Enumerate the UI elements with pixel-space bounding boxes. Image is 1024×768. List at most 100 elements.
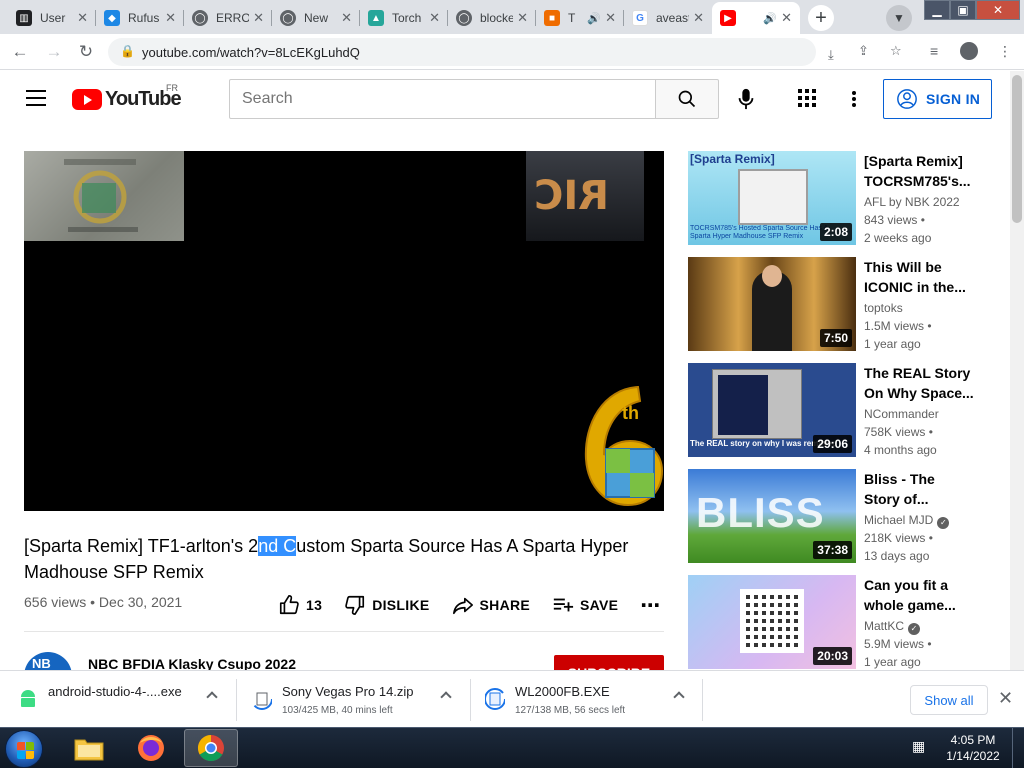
thumb-graphic bbox=[738, 169, 808, 225]
divider bbox=[24, 631, 664, 632]
address-bar[interactable]: 🔒 youtube.com/watch?v=8LcEKgLuhdQ ⤓ bbox=[108, 38, 834, 66]
apps-grid-icon[interactable] bbox=[796, 87, 818, 109]
bookmark-star-icon[interactable]: ☆ bbox=[890, 43, 902, 59]
chevron-up-icon[interactable] bbox=[206, 691, 218, 703]
speaker-icon[interactable]: 🔊 bbox=[763, 12, 777, 25]
related-age: 13 days ago bbox=[864, 549, 930, 563]
video-player[interactable]: RIC th bbox=[24, 151, 664, 511]
search-box[interactable] bbox=[229, 79, 656, 119]
related-channel[interactable]: AFL by NBK 2022 bbox=[864, 195, 960, 209]
download-item[interactable]: Sony Vegas Pro 14.zip 103/425 MB, 40 min… bbox=[252, 671, 462, 728]
close-tab-icon[interactable]: ✕ bbox=[253, 10, 264, 26]
tab-app[interactable]: ■ T 🔊 ✕ bbox=[536, 2, 624, 34]
related-title[interactable]: Can you fit a whole game... bbox=[864, 575, 974, 615]
show-desktop-button[interactable] bbox=[1012, 728, 1024, 768]
close-tab-icon[interactable]: ✕ bbox=[781, 10, 792, 26]
logo-6th-icon bbox=[584, 385, 664, 507]
save-button[interactable]: SAVE bbox=[552, 594, 618, 616]
clock-time: 4:05 PM bbox=[950, 733, 996, 747]
tab-google[interactable]: G aveast ✕ bbox=[624, 2, 712, 34]
minimize-button[interactable]: ▁ bbox=[924, 0, 950, 20]
scrollbar-thumb[interactable] bbox=[1012, 75, 1022, 223]
related-channel[interactable]: toptoks bbox=[864, 301, 903, 315]
media-control-icon[interactable]: ≡ bbox=[930, 43, 938, 59]
related-channel[interactable]: NCommander bbox=[864, 407, 939, 421]
close-window-button[interactable]: ✕ bbox=[976, 0, 1020, 20]
related-title[interactable]: This Will be ICONIC in the... bbox=[864, 257, 974, 297]
tab-torch[interactable]: ▲ Torch ✕ bbox=[360, 2, 448, 34]
taskbar: ▦ 4:05 PM 1/14/2022 bbox=[0, 727, 1024, 768]
clock-date: 1/14/2022 bbox=[946, 749, 1000, 763]
close-tab-icon[interactable]: ✕ bbox=[605, 10, 616, 26]
close-tab-icon[interactable]: ✕ bbox=[693, 10, 704, 26]
close-shelf-icon[interactable]: ✕ bbox=[998, 688, 1013, 709]
chevron-up-icon[interactable] bbox=[440, 691, 452, 703]
show-all-button[interactable]: Show all bbox=[910, 685, 988, 715]
search-button[interactable] bbox=[655, 79, 719, 119]
lock-icon[interactable]: 🔒 bbox=[120, 44, 135, 58]
close-tab-icon[interactable]: ✕ bbox=[517, 10, 528, 26]
related-title[interactable]: [Sparta Remix] TOCRSM785's... bbox=[864, 151, 974, 191]
related-item[interactable]: The REAL story on why I was removed 29:0… bbox=[688, 363, 988, 457]
chevron-up-icon[interactable] bbox=[673, 691, 685, 703]
video-thumbnail[interactable]: 7:50 bbox=[688, 257, 856, 351]
related-channel[interactable]: MattKC ✓ bbox=[864, 619, 921, 635]
settings-more-icon[interactable] bbox=[848, 88, 860, 110]
speaker-icon[interactable]: 🔊 bbox=[587, 12, 601, 25]
reload-button[interactable]: ↻ bbox=[74, 40, 98, 64]
new-tab-button[interactable]: + bbox=[808, 5, 834, 31]
profile-avatar-icon[interactable] bbox=[960, 42, 978, 60]
tab-user[interactable]: ▥ User ✕ bbox=[8, 2, 96, 34]
like-button[interactable]: 13 bbox=[278, 594, 322, 616]
close-tab-icon[interactable]: ✕ bbox=[77, 10, 88, 26]
page-scrollbar[interactable] bbox=[1010, 71, 1024, 670]
related-channel-name: Michael MJD bbox=[864, 513, 934, 527]
tab-new[interactable]: ◯ New ✕ bbox=[272, 2, 360, 34]
video-thumbnail[interactable]: The REAL story on why I was removed 29:0… bbox=[688, 363, 856, 457]
dislike-button[interactable]: DISLIKE bbox=[344, 594, 429, 616]
menu-icon[interactable] bbox=[26, 90, 46, 106]
video-title: [Sparta Remix] TF1-arlton's 2nd Custom S… bbox=[24, 533, 664, 585]
start-button[interactable] bbox=[5, 730, 43, 768]
related-item[interactable]: 20:03 Can you fit a whole game... MattKC… bbox=[688, 575, 988, 669]
chrome-taskbar-button[interactable] bbox=[184, 729, 238, 767]
tab-error[interactable]: ◯ ERROR ✕ bbox=[184, 2, 272, 34]
installer-icon bbox=[485, 688, 505, 710]
share-button[interactable]: SHARE bbox=[452, 594, 531, 616]
related-title[interactable]: The REAL Story On Why Space... bbox=[864, 363, 974, 403]
tab-blocked[interactable]: ◯ blocked ✕ bbox=[448, 2, 536, 34]
tab-search-button[interactable]: ▼ bbox=[886, 5, 912, 31]
related-channel[interactable]: Michael MJD ✓ bbox=[864, 513, 950, 529]
logo-6th-faded-icon bbox=[64, 159, 138, 232]
sign-in-button[interactable]: SIGN IN bbox=[883, 79, 992, 119]
back-button[interactable]: ← bbox=[8, 40, 32, 64]
system-clock[interactable]: 4:05 PM 1/14/2022 bbox=[940, 732, 1006, 764]
forward-button[interactable]: → bbox=[42, 40, 66, 64]
close-tab-icon[interactable]: ✕ bbox=[429, 10, 440, 26]
share-icon[interactable]: ⇪ bbox=[858, 43, 869, 59]
explorer-taskbar-button[interactable] bbox=[62, 729, 116, 767]
firefox-taskbar-button[interactable] bbox=[124, 729, 178, 767]
youtube-logo[interactable]: YouTube bbox=[72, 88, 182, 111]
tab-youtube[interactable]: ▶ 🔊 ✕ bbox=[712, 2, 800, 34]
related-item[interactable]: [Sparta Remix] TOCRSM785's Hosted Sparta… bbox=[688, 151, 988, 245]
search-input[interactable] bbox=[230, 80, 655, 118]
search-icon bbox=[678, 90, 696, 108]
video-thumbnail[interactable]: [Sparta Remix] TOCRSM785's Hosted Sparta… bbox=[688, 151, 856, 245]
close-tab-icon[interactable]: ✕ bbox=[165, 10, 176, 26]
chrome-menu-icon[interactable]: ⋮ bbox=[998, 43, 1012, 60]
maximize-button[interactable]: ▣ bbox=[950, 0, 976, 20]
video-thumbnail[interactable]: 20:03 bbox=[688, 575, 856, 669]
download-item[interactable]: android-studio-4-....exe bbox=[18, 671, 228, 728]
related-item[interactable]: 7:50 This Will be ICONIC in the... topto… bbox=[688, 257, 988, 351]
close-tab-icon[interactable]: ✕ bbox=[341, 10, 352, 26]
install-icon[interactable]: ⤓ bbox=[828, 47, 834, 63]
video-thumbnail[interactable]: BLISS 37:38 bbox=[688, 469, 856, 563]
download-item[interactable]: WL2000FB.EXE 127/138 MB, 56 secs left bbox=[485, 671, 695, 728]
tab-rufus[interactable]: ◆ Rufus ✕ bbox=[96, 2, 184, 34]
related-item[interactable]: BLISS 37:38 Bliss - The Story of... Mich… bbox=[688, 469, 988, 563]
network-icon[interactable]: ▦ bbox=[912, 738, 925, 755]
more-actions-icon[interactable]: ⋯ bbox=[640, 593, 660, 618]
related-title[interactable]: Bliss - The Story of... bbox=[864, 469, 974, 509]
voice-search-button[interactable] bbox=[730, 83, 762, 115]
